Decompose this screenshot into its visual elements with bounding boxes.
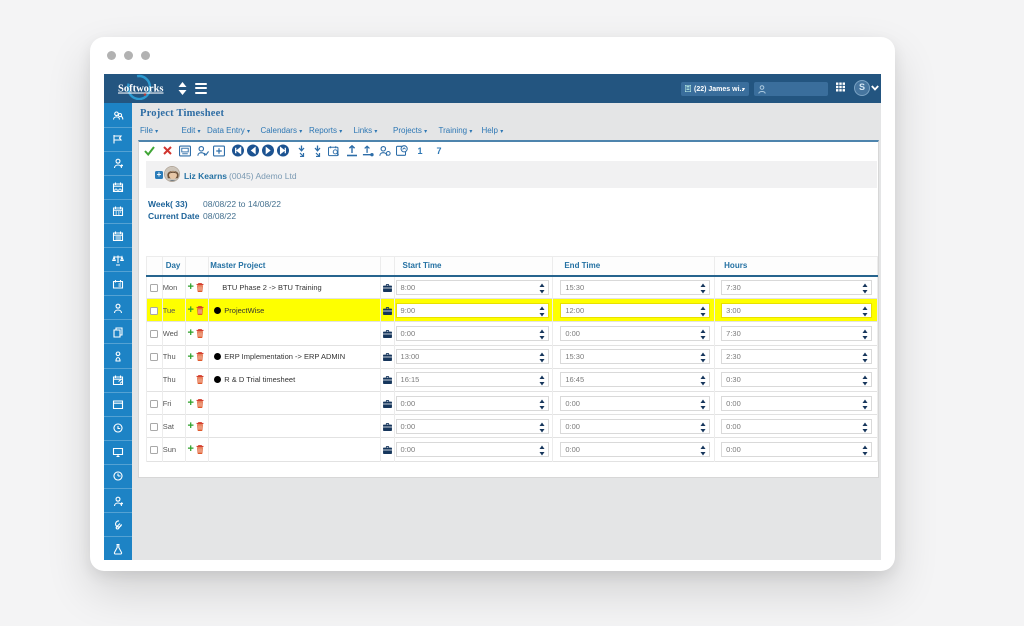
- svg-text:Softworks: Softworks: [118, 84, 164, 95]
